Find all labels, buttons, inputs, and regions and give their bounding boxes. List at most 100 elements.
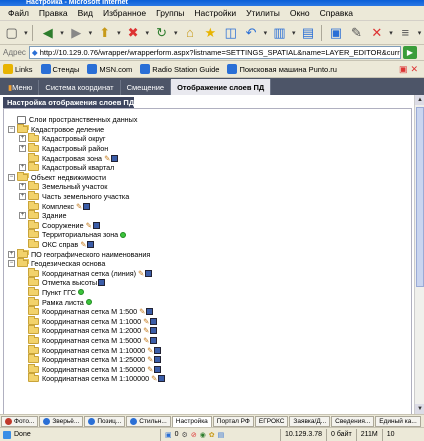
edit-pencil-icon[interactable]: ✎ (147, 346, 153, 355)
tree-node[interactable]: + ПО географического наименования (8, 248, 388, 259)
tree-node[interactable]: + Кадастровый район (8, 143, 388, 154)
window-icon[interactable]: ▣ (326, 23, 345, 43)
expand-icon[interactable]: + (19, 135, 26, 143)
tree-node[interactable]: Координатная сетка М 1:50000 ✎ (8, 363, 388, 374)
collapse-icon[interactable]: − (8, 125, 15, 133)
dropdown-arrow-icon[interactable]: ▾ (388, 23, 395, 43)
edit-pencil-icon[interactable]: ✎ (143, 317, 149, 326)
tree-node[interactable]: Сооружение ✎ (8, 219, 388, 231)
edit-pencil-icon[interactable]: ✎ (143, 336, 149, 345)
browser-tab[interactable]: Единый ка... (375, 415, 421, 427)
save-disk-icon[interactable] (154, 346, 162, 354)
edit-pencil-icon[interactable]: ✎ (86, 221, 92, 230)
tree-node[interactable]: + Здание (8, 210, 388, 221)
link-item[interactable]: Стенды (40, 64, 79, 74)
stop-icon[interactable]: ✖ (123, 23, 142, 43)
tree-node[interactable]: − Геодезическая основа (8, 258, 388, 269)
dropdown-arrow-icon[interactable]: ▾ (262, 23, 269, 43)
pen-icon[interactable]: ✎ (347, 23, 366, 43)
save-disk-icon[interactable] (150, 336, 158, 344)
browser-tab[interactable]: Настройка (171, 415, 212, 427)
dropdown-arrow-icon[interactable]: ▾ (22, 23, 29, 43)
browser-tab[interactable]: Зверьё... (39, 415, 84, 427)
edit-pencil-icon[interactable]: ✎ (104, 154, 110, 163)
close-icon[interactable]: ✕ (410, 64, 418, 75)
menu-item[interactable]: Окно (285, 8, 315, 18)
tab-0[interactable]: ▮ Меню (2, 80, 40, 95)
dropdown-arrow-icon[interactable]: ▾ (58, 23, 65, 43)
tree-node[interactable]: Координатная сетка М 1:100000 ✎ (8, 373, 388, 384)
menu-item[interactable]: Вид (73, 8, 98, 18)
link-item[interactable]: Links (3, 64, 33, 74)
link-item[interactable]: Radio Station Guide (140, 64, 219, 74)
scroll-down-icon[interactable]: ▼ (415, 404, 424, 414)
new-page-icon[interactable]: ▢ (2, 23, 21, 43)
expand-icon[interactable]: + (19, 145, 26, 153)
collapse-icon[interactable]: − (8, 173, 15, 181)
edit-pencil-icon[interactable]: ✎ (138, 269, 144, 278)
favorites-star-icon[interactable]: ★ (201, 23, 220, 43)
expand-icon[interactable]: + (19, 183, 26, 191)
menu-item[interactable]: Утилиты (241, 8, 285, 18)
save-disk-icon[interactable] (98, 279, 106, 287)
browser-tab[interactable]: Фото... (1, 415, 39, 427)
save-disk-icon[interactable] (150, 317, 158, 325)
save-disk-icon[interactable] (154, 356, 162, 364)
go-button[interactable]: ▶ (402, 46, 417, 59)
dropdown-arrow-icon[interactable]: ▾ (290, 23, 297, 43)
tree-node[interactable]: Координатная сетка М 1:10000 ✎ (8, 344, 388, 355)
visible-dot-icon[interactable] (77, 289, 84, 296)
link-item[interactable]: MSN.com (87, 64, 132, 74)
tree-node[interactable]: Территориальная зона (8, 229, 388, 240)
tree-node[interactable]: Координатная сетка М 1:25000 ✎ (8, 354, 388, 365)
collapse-icon[interactable]: − (8, 260, 15, 268)
refresh-icon[interactable]: ↻ (152, 23, 171, 43)
visible-dot-icon[interactable] (85, 299, 92, 306)
tree-node[interactable]: Координатная сетка М 1:2000 ✎ (8, 325, 388, 336)
forward-icon[interactable]: ▶ (67, 23, 86, 43)
address-input[interactable]: ◆ http://10.129.0.76/wrapper/wrapperform… (28, 46, 401, 59)
block-popup-icon[interactable]: ▣ (399, 64, 408, 75)
tree-node[interactable]: Слои пространственных данных (8, 115, 388, 125)
tree-node[interactable]: ОКС справ ✎ (8, 239, 388, 250)
tab-1[interactable]: Система координат (39, 80, 121, 95)
visible-dot-icon[interactable] (120, 231, 127, 238)
tree-node[interactable]: Комплекс ✎ (8, 200, 388, 211)
menu-item[interactable]: Справка (315, 8, 358, 18)
tree-node[interactable]: − Объект недвижимости (8, 171, 388, 183)
close-tab-icon[interactable]: ✕ (367, 23, 386, 43)
edit-pencil-icon[interactable]: ✎ (76, 202, 82, 211)
tree-node[interactable]: Пункт ГГС (8, 286, 388, 298)
browser-tab[interactable]: Заявка/Д... (289, 415, 331, 427)
browser-tab[interactable]: Сведения... (331, 415, 375, 427)
layout-icon[interactable]: ▤ (298, 23, 317, 43)
edit-pencil-icon[interactable]: ✎ (80, 240, 86, 249)
save-disk-icon[interactable] (146, 308, 154, 316)
edit-pencil-icon[interactable]: ✎ (139, 307, 145, 316)
up-icon[interactable]: ⬆ (95, 23, 114, 43)
edit-pencil-icon[interactable]: ✎ (143, 326, 149, 335)
block-icon[interactable]: ⊘ (191, 431, 197, 439)
menu-item[interactable]: Файл (3, 8, 34, 18)
tree-node[interactable]: Координатная сетка (линия) ✎ (8, 267, 388, 279)
tile-icon[interactable]: ▥ (270, 23, 289, 43)
edit-pencil-icon[interactable]: ✎ (147, 365, 153, 374)
edit-pencil-icon[interactable]: ✎ (147, 355, 153, 364)
tree-node[interactable]: + Кадастровый округ (8, 133, 388, 144)
save-disk-icon[interactable] (154, 365, 162, 373)
menu-item[interactable]: Настройки (189, 8, 241, 18)
menu-item[interactable]: Правка (34, 8, 73, 18)
tree-node[interactable]: Координатная сетка М 1:500 ✎ (8, 306, 388, 317)
tree-node[interactable]: Отметка высоты (8, 277, 388, 288)
tree-node[interactable]: Кадастровая зона ✎ (8, 152, 388, 163)
more-icon[interactable]: ≡ (396, 23, 415, 43)
edit-pencil-icon[interactable]: ✎ (151, 374, 157, 383)
save-disk-icon[interactable] (87, 241, 95, 249)
tree-node[interactable]: + Часть земельного участка (8, 191, 388, 202)
tab-2[interactable]: Смещение (121, 80, 172, 95)
tree-node[interactable]: + Земельный участок (8, 181, 388, 192)
save-disk-icon[interactable] (92, 221, 100, 229)
save-disk-icon[interactable] (158, 375, 166, 383)
save-disk-icon[interactable] (111, 154, 119, 162)
browser-tab[interactable]: Позиц... (84, 415, 126, 427)
